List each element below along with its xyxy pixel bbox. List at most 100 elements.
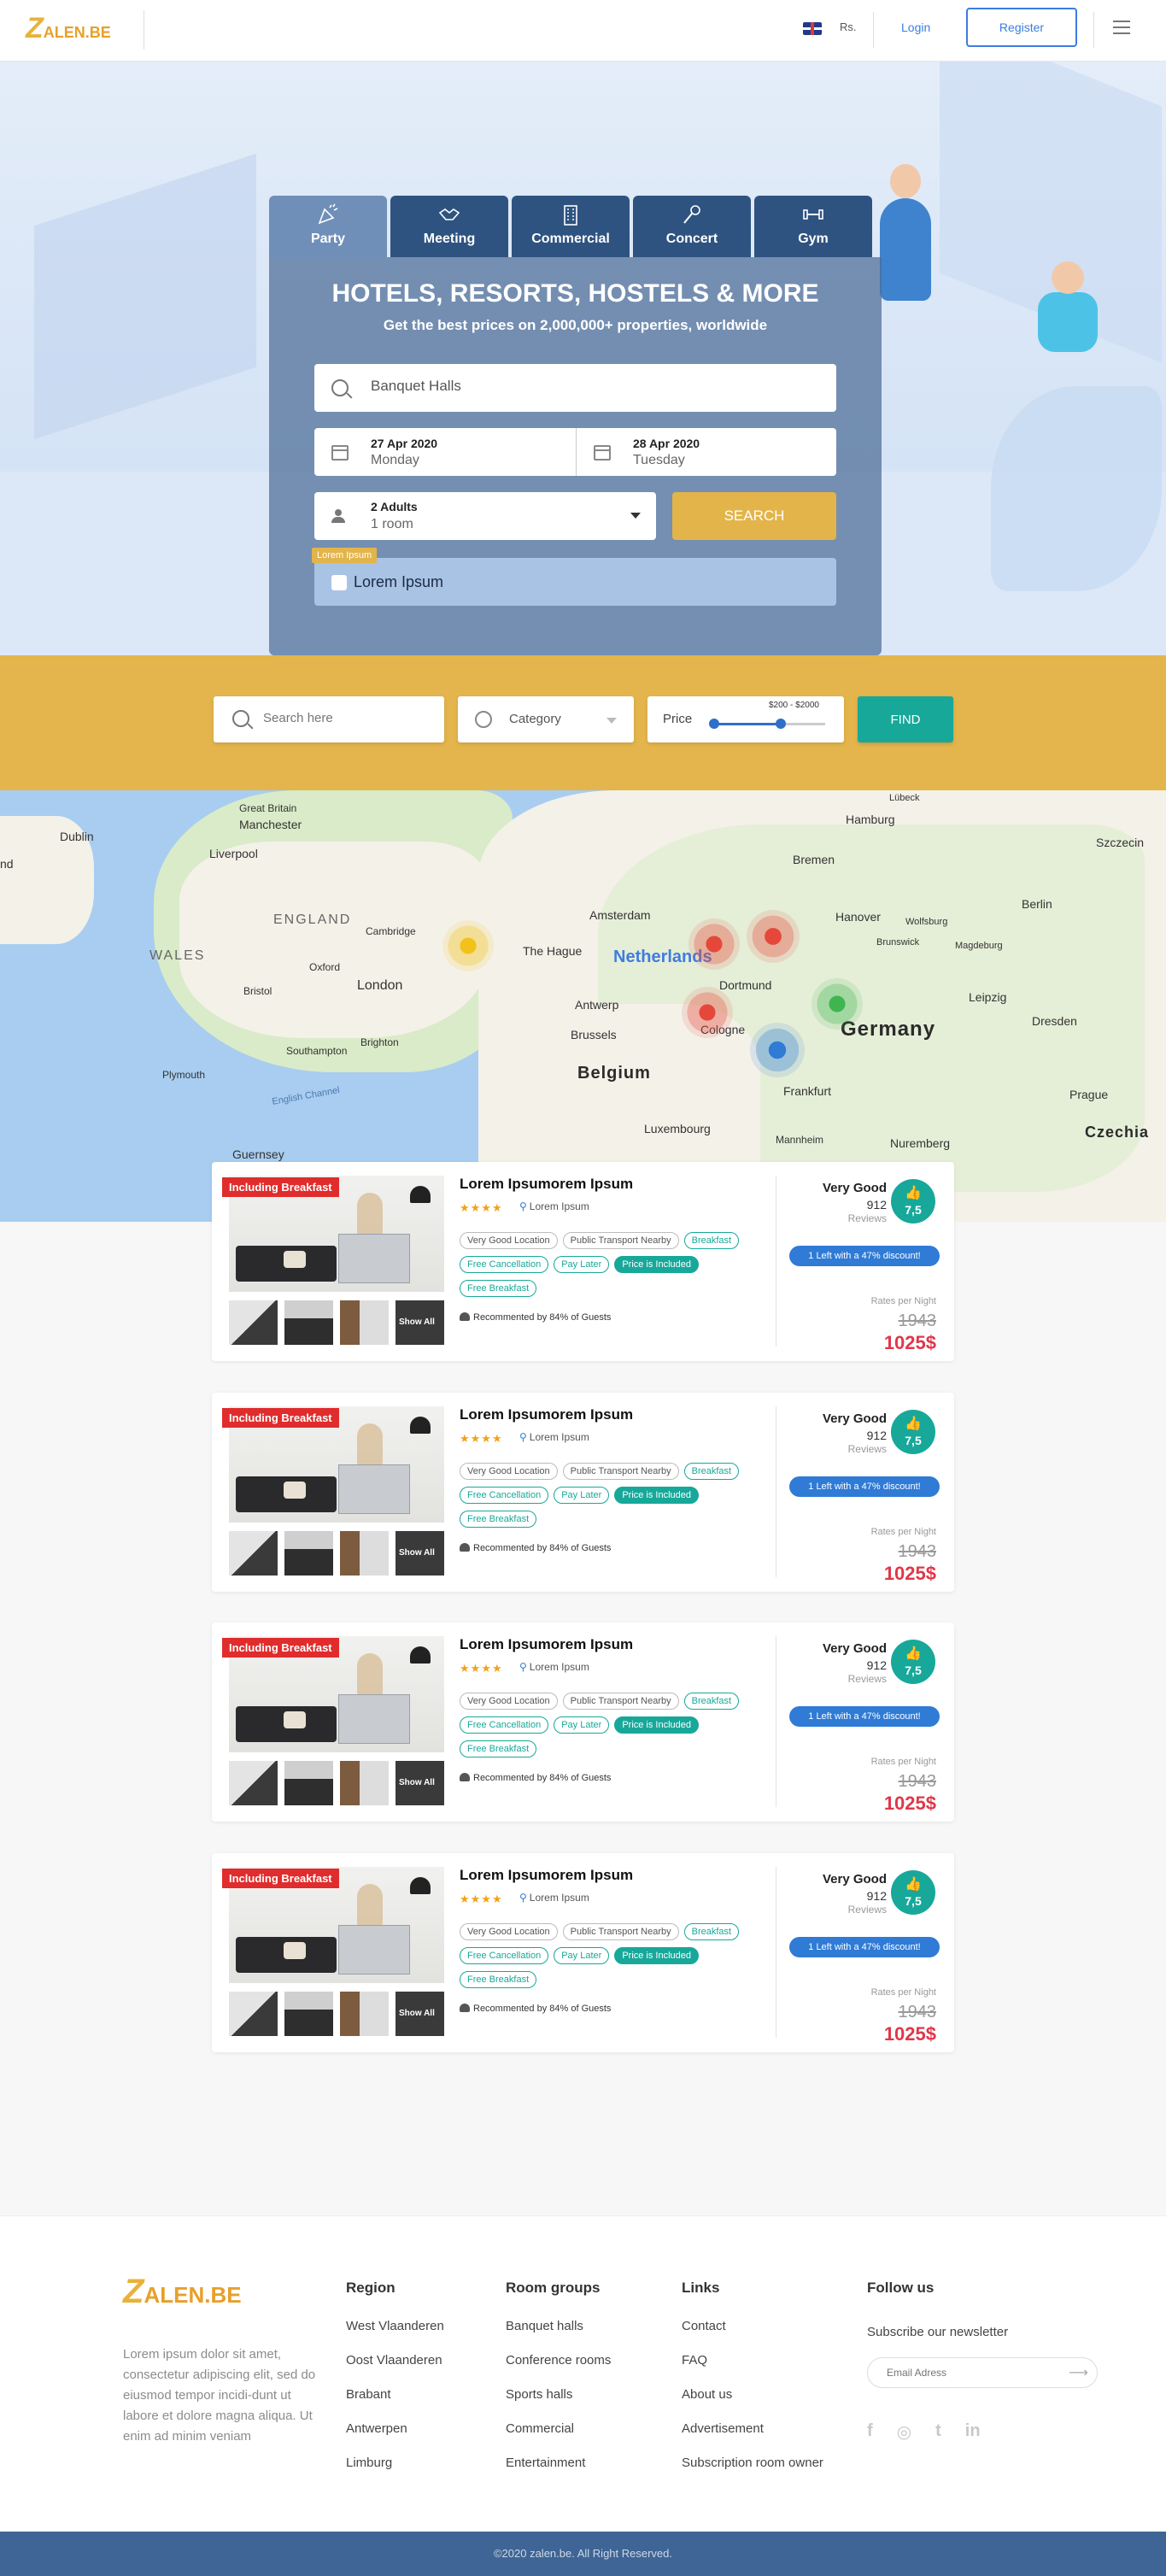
thumbnail[interactable] bbox=[340, 1761, 389, 1805]
thumbnail[interactable] bbox=[284, 1992, 333, 2036]
price-slider-max-handle[interactable] bbox=[776, 719, 786, 729]
menu-icon[interactable] bbox=[1113, 21, 1130, 34]
show-all-thumbnail[interactable]: Show All bbox=[396, 1992, 444, 2036]
thumbnail[interactable] bbox=[229, 1300, 278, 1345]
show-all-label: Show All bbox=[399, 1317, 435, 1327]
destination-field[interactable] bbox=[314, 364, 836, 412]
checkout-field[interactable]: 28 Apr 2020 Tuesday bbox=[576, 428, 836, 476]
filter-search-input[interactable] bbox=[263, 711, 434, 725]
footer-link[interactable]: Banquet halls bbox=[506, 2319, 611, 2338]
instagram-icon[interactable]: ◎ bbox=[897, 2421, 911, 2443]
filter-search-field[interactable] bbox=[214, 696, 444, 742]
listing-location[interactable]: ⚲ Lorem Ipsum bbox=[519, 1200, 589, 1212]
thumbnail[interactable] bbox=[229, 1761, 278, 1805]
listing-location[interactable]: ⚲ Lorem Ipsum bbox=[519, 1892, 589, 1904]
price-slider-min-handle[interactable] bbox=[709, 719, 719, 729]
login-link[interactable]: Login bbox=[901, 21, 930, 34]
footer-link[interactable]: Contact bbox=[682, 2319, 823, 2338]
thumbnail[interactable] bbox=[284, 1761, 333, 1805]
results-map[interactable]: Great Britain Manchester Liverpool Dubli… bbox=[0, 790, 1166, 1222]
footer-link[interactable]: Brabant bbox=[346, 2387, 444, 2407]
footer-link[interactable]: Oost Vlaanderen bbox=[346, 2353, 444, 2373]
footer-heading: Room groups bbox=[506, 2280, 601, 2296]
listing-title[interactable]: Lorem Ipsumorem Ipsum bbox=[460, 1176, 633, 1193]
footer-link[interactable]: Subscription room owner bbox=[682, 2456, 823, 2475]
footer-link[interactable]: FAQ bbox=[682, 2353, 823, 2373]
rate-label: Rates per Night bbox=[870, 1527, 936, 1537]
listing-location[interactable]: ⚲ Lorem Ipsum bbox=[519, 1661, 589, 1673]
footer-link[interactable]: About us bbox=[682, 2387, 823, 2407]
map-marker[interactable] bbox=[682, 987, 733, 1038]
show-all-thumbnail[interactable]: Show All bbox=[396, 1300, 444, 1345]
map-label: Belgium bbox=[577, 1064, 651, 1083]
listing-title[interactable]: Lorem Ipsumorem Ipsum bbox=[460, 1406, 633, 1423]
location-text: Lorem Ipsum bbox=[529, 1661, 589, 1673]
search-icon bbox=[331, 379, 349, 396]
discount-pill[interactable]: 1 Left with a 47% discount! bbox=[789, 1937, 940, 1957]
search-button[interactable]: SEARCH bbox=[672, 492, 836, 540]
listing-card[interactable]: Including Breakfast Show All Lorem Ipsumor… bbox=[212, 1393, 954, 1592]
listing-card[interactable]: Including Breakfast Show All Lorem Ipsumor… bbox=[212, 1622, 954, 1822]
map-marker[interactable] bbox=[812, 978, 863, 1030]
tab-party[interactable]: Party bbox=[269, 196, 387, 257]
map-marker[interactable] bbox=[750, 1023, 805, 1077]
thumbnail[interactable] bbox=[284, 1531, 333, 1576]
tab-meeting[interactable]: Meeting bbox=[390, 196, 508, 257]
destination-input[interactable] bbox=[371, 378, 815, 395]
date-range-field[interactable]: 27 Apr 2020 Monday 28 Apr 2020 Tuesday bbox=[314, 428, 836, 476]
twitter-icon[interactable]: t bbox=[935, 2421, 941, 2443]
option-checkbox-row[interactable]: Lorem Ipsum bbox=[314, 558, 836, 606]
thumbnail[interactable] bbox=[340, 1531, 389, 1576]
thumbnail[interactable] bbox=[229, 1531, 278, 1576]
discount-pill[interactable]: 1 Left with a 47% discount! bbox=[789, 1476, 940, 1497]
footer-logo[interactable]: Z ALEN.BE bbox=[123, 2273, 242, 2311]
tab-concert[interactable]: Concert bbox=[633, 196, 751, 257]
email-field[interactable]: ⟶ bbox=[867, 2357, 1098, 2388]
location-pin-icon: ⚲ bbox=[519, 1661, 527, 1673]
discount-pill[interactable]: 1 Left with a 47% discount! bbox=[789, 1706, 940, 1727]
listing-card[interactable]: Including Breakfast Show All Lorem Ipsumor… bbox=[212, 1853, 954, 2052]
footer-link[interactable]: Conference rooms bbox=[506, 2353, 611, 2373]
guests-select[interactable]: 2 Adults 1 room bbox=[314, 492, 656, 540]
register-button[interactable]: Register bbox=[966, 8, 1077, 47]
map-marker[interactable] bbox=[688, 918, 740, 970]
show-all-thumbnail[interactable]: Show All bbox=[396, 1761, 444, 1805]
listing-location[interactable]: ⚲ Lorem Ipsum bbox=[519, 1431, 589, 1443]
arrow-right-icon[interactable]: ⟶ bbox=[1069, 2364, 1088, 2381]
linkedin-icon[interactable]: in bbox=[965, 2421, 981, 2443]
footer-link[interactable]: Advertisement bbox=[682, 2421, 823, 2441]
thumbnail[interactable] bbox=[229, 1992, 278, 2036]
footer-link[interactable]: Entertainment bbox=[506, 2456, 611, 2475]
show-all-thumbnail[interactable]: Show All bbox=[396, 1531, 444, 1576]
tab-commercial[interactable]: Commercial bbox=[512, 196, 630, 257]
footer-link[interactable]: Limburg bbox=[346, 2456, 444, 2475]
facebook-icon[interactable]: f bbox=[867, 2421, 873, 2443]
tab-label: Meeting bbox=[423, 232, 476, 246]
footer-link[interactable]: Antwerpen bbox=[346, 2421, 444, 2441]
footer-link[interactable]: Commercial bbox=[506, 2421, 611, 2441]
discount-pill[interactable]: 1 Left with a 47% discount! bbox=[789, 1246, 940, 1266]
checkbox[interactable] bbox=[331, 575, 347, 590]
map-marker[interactable] bbox=[747, 910, 800, 963]
thumbnail[interactable] bbox=[340, 1300, 389, 1345]
email-input[interactable] bbox=[887, 2367, 1058, 2379]
checkin-field[interactable]: 27 Apr 2020 Monday bbox=[314, 428, 575, 476]
footer-link[interactable]: West Vlaanderen bbox=[346, 2319, 444, 2338]
thumbnail[interactable] bbox=[340, 1992, 389, 2036]
recommendation: Recommented by 84% of Guests bbox=[460, 1312, 611, 1323]
logo[interactable]: Z ALEN.BE bbox=[26, 14, 111, 43]
tag-row: Very Good Location Public Transport Nearb… bbox=[460, 1232, 740, 1249]
uk-flag-icon[interactable] bbox=[803, 22, 822, 35]
listing-title[interactable]: Lorem Ipsumorem Ipsum bbox=[460, 1867, 633, 1884]
tab-gym[interactable]: Gym bbox=[754, 196, 872, 257]
map-marker[interactable] bbox=[442, 920, 494, 971]
currency-selector[interactable]: Rs. bbox=[840, 21, 857, 33]
thumbnail[interactable] bbox=[284, 1300, 333, 1345]
listing-card[interactable]: Including Breakfast Show All Lorem Ipsumor… bbox=[212, 1162, 954, 1361]
find-button[interactable]: FIND bbox=[858, 696, 953, 742]
reviews-label: Reviews bbox=[847, 1904, 887, 1916]
category-select[interactable]: Category bbox=[458, 696, 634, 742]
listing-title[interactable]: Lorem Ipsumorem Ipsum bbox=[460, 1636, 633, 1653]
footer-link[interactable]: Sports halls bbox=[506, 2387, 611, 2407]
tag-row: Free Cancellation Pay Later Price is Inclu… bbox=[460, 1256, 700, 1273]
